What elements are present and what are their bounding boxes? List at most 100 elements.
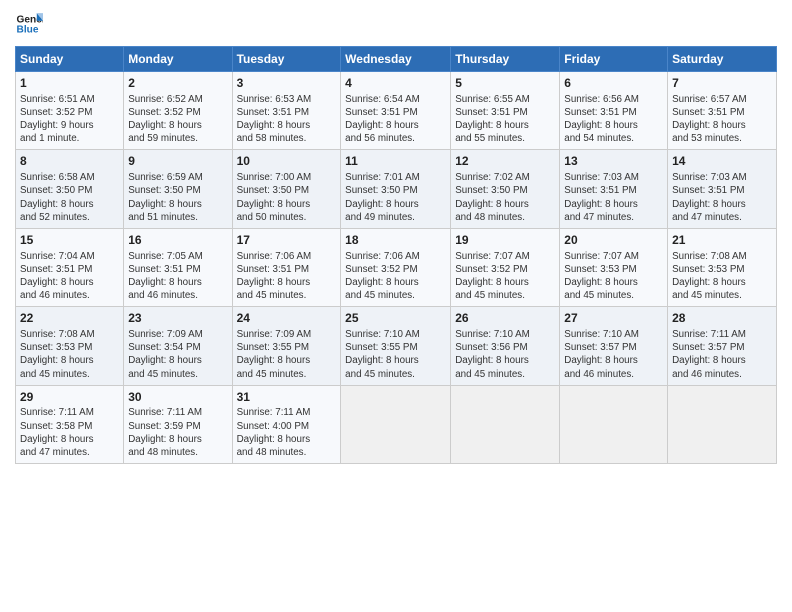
day-number: 15 [20, 233, 119, 249]
day-detail: Sunrise: 6:58 AM Sunset: 3:50 PM Dayligh… [20, 171, 119, 224]
week-row-4: 22Sunrise: 7:08 AM Sunset: 3:53 PM Dayli… [16, 307, 777, 385]
day-number: 23 [128, 311, 227, 327]
weekday-header-saturday: Saturday [668, 47, 777, 72]
day-cell: 25Sunrise: 7:10 AM Sunset: 3:55 PM Dayli… [341, 307, 451, 385]
day-detail: Sunrise: 7:08 AM Sunset: 3:53 PM Dayligh… [20, 328, 119, 381]
day-detail: Sunrise: 6:51 AM Sunset: 3:52 PM Dayligh… [20, 93, 119, 146]
day-number: 9 [128, 154, 227, 170]
week-row-1: 1Sunrise: 6:51 AM Sunset: 3:52 PM Daylig… [16, 72, 777, 150]
week-row-3: 15Sunrise: 7:04 AM Sunset: 3:51 PM Dayli… [16, 228, 777, 306]
day-detail: Sunrise: 7:07 AM Sunset: 3:52 PM Dayligh… [455, 250, 555, 303]
day-detail: Sunrise: 7:11 AM Sunset: 3:58 PM Dayligh… [20, 406, 119, 459]
day-cell: 26Sunrise: 7:10 AM Sunset: 3:56 PM Dayli… [451, 307, 560, 385]
day-detail: Sunrise: 7:02 AM Sunset: 3:50 PM Dayligh… [455, 171, 555, 224]
day-detail: Sunrise: 6:57 AM Sunset: 3:51 PM Dayligh… [672, 93, 772, 146]
day-number: 13 [564, 154, 663, 170]
week-row-5: 29Sunrise: 7:11 AM Sunset: 3:58 PM Dayli… [16, 385, 777, 463]
calendar-header: General Blue [15, 10, 777, 38]
day-number: 25 [345, 311, 446, 327]
day-cell: 4Sunrise: 6:54 AM Sunset: 3:51 PM Daylig… [341, 72, 451, 150]
day-detail: Sunrise: 6:55 AM Sunset: 3:51 PM Dayligh… [455, 93, 555, 146]
day-cell: 12Sunrise: 7:02 AM Sunset: 3:50 PM Dayli… [451, 150, 560, 228]
day-detail: Sunrise: 7:11 AM Sunset: 3:57 PM Dayligh… [672, 328, 772, 381]
day-number: 2 [128, 76, 227, 92]
day-detail: Sunrise: 7:10 AM Sunset: 3:56 PM Dayligh… [455, 328, 555, 381]
day-number: 18 [345, 233, 446, 249]
day-cell: 18Sunrise: 7:06 AM Sunset: 3:52 PM Dayli… [341, 228, 451, 306]
day-cell: 1Sunrise: 6:51 AM Sunset: 3:52 PM Daylig… [16, 72, 124, 150]
weekday-header-monday: Monday [124, 47, 232, 72]
calendar-table: SundayMondayTuesdayWednesdayThursdayFrid… [15, 46, 777, 464]
day-cell: 27Sunrise: 7:10 AM Sunset: 3:57 PM Dayli… [560, 307, 668, 385]
day-cell [451, 385, 560, 463]
weekday-header-friday: Friday [560, 47, 668, 72]
day-number: 10 [237, 154, 337, 170]
day-cell: 24Sunrise: 7:09 AM Sunset: 3:55 PM Dayli… [232, 307, 341, 385]
day-number: 31 [237, 390, 337, 406]
day-cell: 13Sunrise: 7:03 AM Sunset: 3:51 PM Dayli… [560, 150, 668, 228]
day-detail: Sunrise: 6:56 AM Sunset: 3:51 PM Dayligh… [564, 93, 663, 146]
day-cell: 2Sunrise: 6:52 AM Sunset: 3:52 PM Daylig… [124, 72, 232, 150]
day-detail: Sunrise: 7:03 AM Sunset: 3:51 PM Dayligh… [564, 171, 663, 224]
weekday-header-tuesday: Tuesday [232, 47, 341, 72]
day-detail: Sunrise: 7:03 AM Sunset: 3:51 PM Dayligh… [672, 171, 772, 224]
day-detail: Sunrise: 6:59 AM Sunset: 3:50 PM Dayligh… [128, 171, 227, 224]
day-detail: Sunrise: 7:09 AM Sunset: 3:54 PM Dayligh… [128, 328, 227, 381]
day-number: 12 [455, 154, 555, 170]
day-cell: 9Sunrise: 6:59 AM Sunset: 3:50 PM Daylig… [124, 150, 232, 228]
day-cell: 21Sunrise: 7:08 AM Sunset: 3:53 PM Dayli… [668, 228, 777, 306]
day-cell: 11Sunrise: 7:01 AM Sunset: 3:50 PM Dayli… [341, 150, 451, 228]
day-number: 28 [672, 311, 772, 327]
day-cell [560, 385, 668, 463]
day-detail: Sunrise: 7:10 AM Sunset: 3:55 PM Dayligh… [345, 328, 446, 381]
day-cell: 20Sunrise: 7:07 AM Sunset: 3:53 PM Dayli… [560, 228, 668, 306]
day-cell: 31Sunrise: 7:11 AM Sunset: 4:00 PM Dayli… [232, 385, 341, 463]
day-number: 5 [455, 76, 555, 92]
day-detail: Sunrise: 7:06 AM Sunset: 3:51 PM Dayligh… [237, 250, 337, 303]
weekday-header-wednesday: Wednesday [341, 47, 451, 72]
day-detail: Sunrise: 6:52 AM Sunset: 3:52 PM Dayligh… [128, 93, 227, 146]
logo-icon: General Blue [15, 10, 43, 38]
day-number: 22 [20, 311, 119, 327]
day-cell: 15Sunrise: 7:04 AM Sunset: 3:51 PM Dayli… [16, 228, 124, 306]
day-cell: 30Sunrise: 7:11 AM Sunset: 3:59 PM Dayli… [124, 385, 232, 463]
day-detail: Sunrise: 7:05 AM Sunset: 3:51 PM Dayligh… [128, 250, 227, 303]
day-number: 21 [672, 233, 772, 249]
day-cell: 14Sunrise: 7:03 AM Sunset: 3:51 PM Dayli… [668, 150, 777, 228]
day-cell: 23Sunrise: 7:09 AM Sunset: 3:54 PM Dayli… [124, 307, 232, 385]
day-detail: Sunrise: 7:08 AM Sunset: 3:53 PM Dayligh… [672, 250, 772, 303]
weekday-header-row: SundayMondayTuesdayWednesdayThursdayFrid… [16, 47, 777, 72]
logo: General Blue [15, 10, 47, 38]
day-detail: Sunrise: 6:53 AM Sunset: 3:51 PM Dayligh… [237, 93, 337, 146]
day-detail: Sunrise: 7:10 AM Sunset: 3:57 PM Dayligh… [564, 328, 663, 381]
day-number: 20 [564, 233, 663, 249]
day-cell: 22Sunrise: 7:08 AM Sunset: 3:53 PM Dayli… [16, 307, 124, 385]
day-detail: Sunrise: 6:54 AM Sunset: 3:51 PM Dayligh… [345, 93, 446, 146]
day-cell: 7Sunrise: 6:57 AM Sunset: 3:51 PM Daylig… [668, 72, 777, 150]
day-number: 29 [20, 390, 119, 406]
day-number: 19 [455, 233, 555, 249]
day-number: 3 [237, 76, 337, 92]
day-cell: 28Sunrise: 7:11 AM Sunset: 3:57 PM Dayli… [668, 307, 777, 385]
svg-text:Blue: Blue [17, 25, 39, 36]
weekday-header-sunday: Sunday [16, 47, 124, 72]
day-cell: 6Sunrise: 6:56 AM Sunset: 3:51 PM Daylig… [560, 72, 668, 150]
day-detail: Sunrise: 7:04 AM Sunset: 3:51 PM Dayligh… [20, 250, 119, 303]
day-cell: 8Sunrise: 6:58 AM Sunset: 3:50 PM Daylig… [16, 150, 124, 228]
day-detail: Sunrise: 7:11 AM Sunset: 4:00 PM Dayligh… [237, 406, 337, 459]
day-number: 24 [237, 311, 337, 327]
day-number: 11 [345, 154, 446, 170]
day-detail: Sunrise: 7:11 AM Sunset: 3:59 PM Dayligh… [128, 406, 227, 459]
day-number: 16 [128, 233, 227, 249]
day-number: 8 [20, 154, 119, 170]
day-cell: 10Sunrise: 7:00 AM Sunset: 3:50 PM Dayli… [232, 150, 341, 228]
day-detail: Sunrise: 7:00 AM Sunset: 3:50 PM Dayligh… [237, 171, 337, 224]
day-number: 27 [564, 311, 663, 327]
day-number: 4 [345, 76, 446, 92]
day-detail: Sunrise: 7:06 AM Sunset: 3:52 PM Dayligh… [345, 250, 446, 303]
day-detail: Sunrise: 7:07 AM Sunset: 3:53 PM Dayligh… [564, 250, 663, 303]
day-detail: Sunrise: 7:09 AM Sunset: 3:55 PM Dayligh… [237, 328, 337, 381]
week-row-2: 8Sunrise: 6:58 AM Sunset: 3:50 PM Daylig… [16, 150, 777, 228]
day-number: 6 [564, 76, 663, 92]
day-cell [668, 385, 777, 463]
